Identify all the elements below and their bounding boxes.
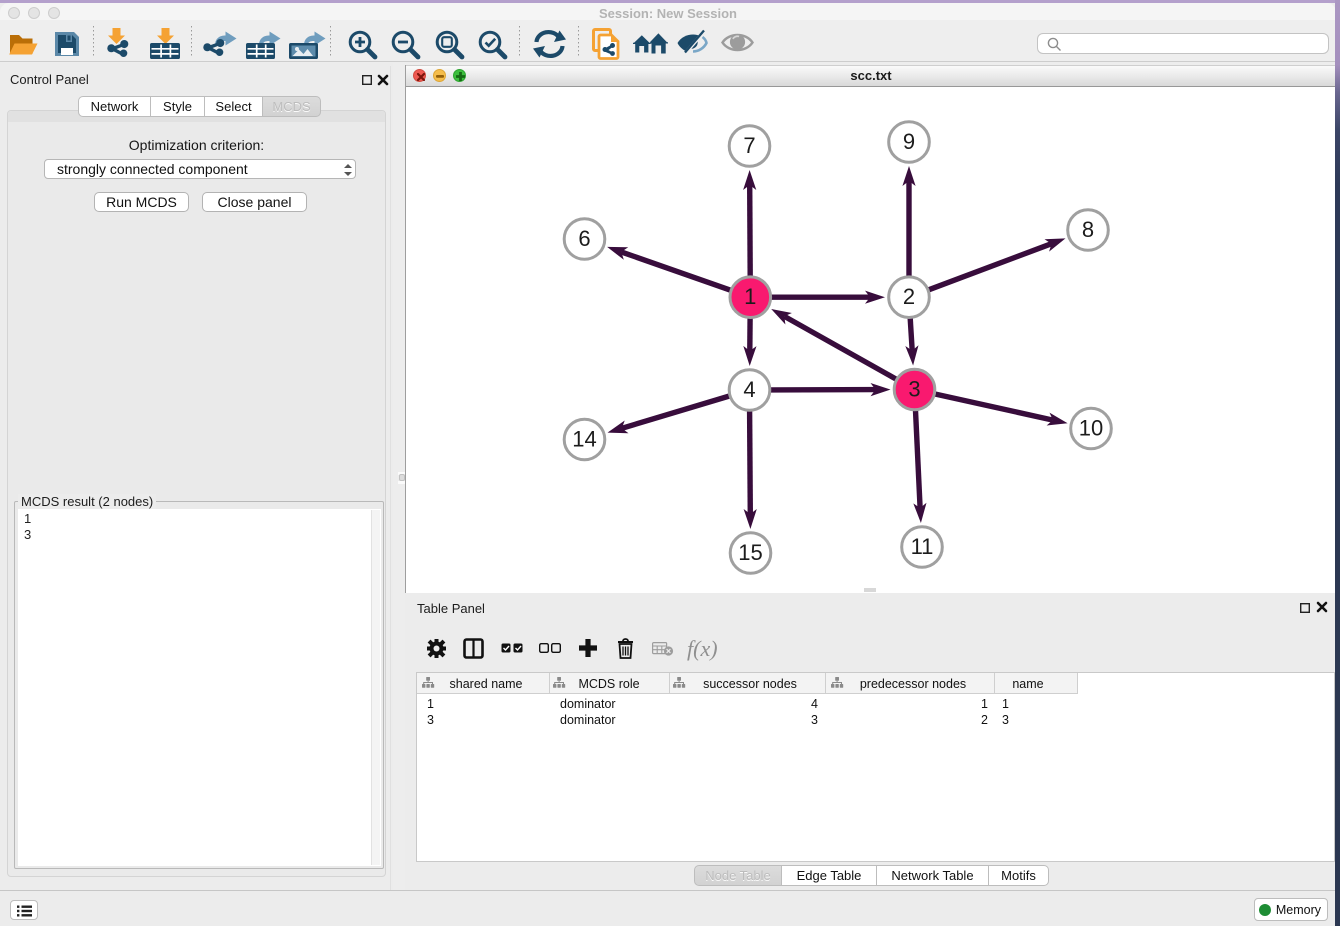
svg-text:10: 10: [1079, 416, 1103, 441]
svg-text:7: 7: [743, 133, 755, 158]
svg-text:11: 11: [911, 534, 934, 559]
svg-text:8: 8: [1082, 217, 1094, 242]
svg-text:14: 14: [572, 427, 596, 452]
svg-text:15: 15: [738, 540, 762, 565]
svg-text:3: 3: [908, 377, 920, 402]
svg-text:4: 4: [743, 377, 755, 402]
svg-text:9: 9: [903, 129, 915, 154]
svg-text:2: 2: [903, 284, 915, 309]
svg-text:1: 1: [744, 284, 756, 309]
svg-text:6: 6: [578, 226, 590, 251]
